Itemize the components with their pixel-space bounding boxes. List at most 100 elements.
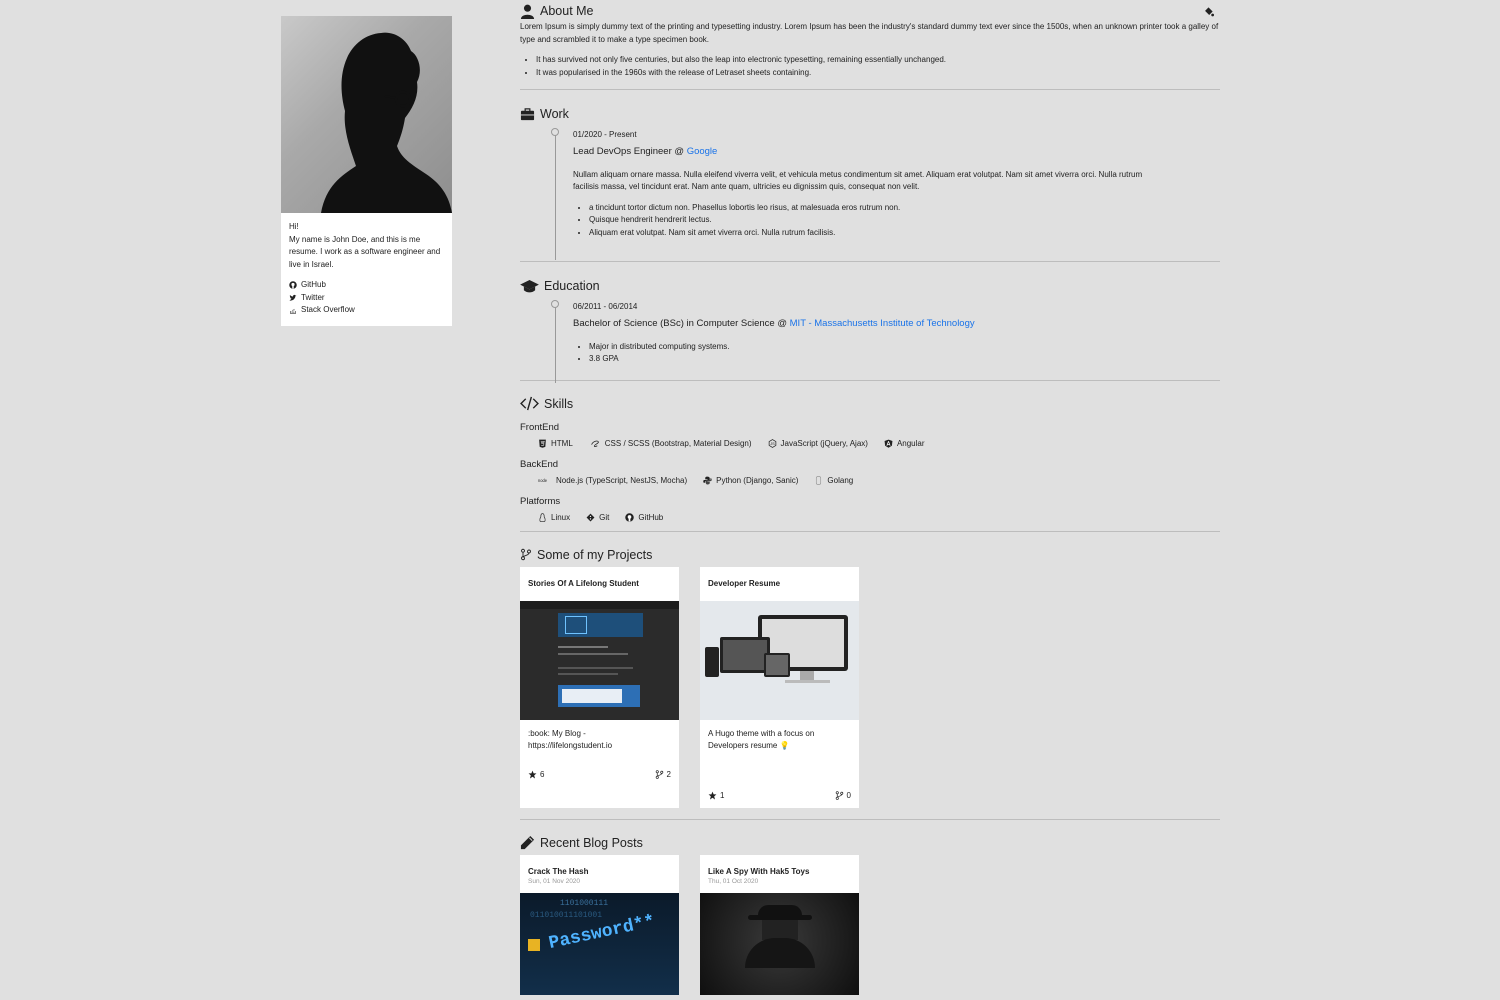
about-section: About Me Lorem Ipsum is simply dummy tex…	[520, 0, 1220, 79]
blog-post-card[interactable]: Crack The Hash Sun, 01 Nov 2020 11010001…	[520, 854, 679, 995]
project-title[interactable]: Stories Of A Lifelong Student	[520, 567, 679, 601]
git-branch-icon	[521, 548, 531, 561]
divider	[520, 89, 1220, 90]
project-image	[520, 600, 679, 720]
divider	[520, 530, 1220, 532]
forks-count[interactable]: 2	[655, 770, 671, 779]
list-item: a tincidunt tortor dictum non. Phasellus…	[589, 202, 1220, 215]
fork-icon	[835, 790, 843, 800]
timeline-line	[555, 307, 556, 383]
star-icon	[528, 770, 537, 778]
angular-icon	[884, 439, 893, 448]
avatar	[281, 16, 452, 213]
project-card[interactable]: Stories Of A Lifelong Student :book: My …	[520, 566, 679, 808]
code-icon	[520, 396, 539, 411]
divider	[520, 379, 1220, 381]
list-item: Quisque hendrerit hendrerit lectus.	[589, 214, 1220, 227]
education-bullets: Major in distributed computing systems. …	[573, 341, 1220, 366]
projects-cards: Stories Of A Lifelong Student :book: My …	[520, 566, 1220, 808]
timeline-dot	[551, 128, 559, 136]
skill-item: Git	[586, 513, 609, 522]
post-image	[700, 892, 859, 995]
github-icon	[289, 281, 297, 289]
project-stats: 1 0	[700, 791, 859, 808]
javascript-icon: JS	[768, 438, 776, 448]
nodejs-icon: node	[538, 478, 548, 483]
social-link-github[interactable]: GitHub	[289, 279, 444, 292]
project-description: :book: My Blog - https://lifelongstudent…	[528, 728, 613, 751]
project-card[interactable]: Developer Resume A Hugo theme with a foc…	[700, 566, 859, 808]
list-item: Aliquam erat volutpat. Nam sit amet vive…	[589, 227, 1220, 240]
timeline-line	[555, 135, 556, 260]
paint-bucket-icon[interactable]	[1203, 6, 1214, 17]
social-link-label[interactable]: Stack Overflow	[301, 304, 355, 317]
work-heading: Work	[520, 103, 1220, 125]
profile-card: Hi! My name is John Doe, and this is me …	[281, 16, 452, 326]
post-image: 1101000111 011010011101001 Password**	[520, 892, 679, 995]
skill-item: GitHub	[625, 513, 663, 522]
post-date: Sun, 01 Nov 2020	[528, 877, 581, 885]
skill-item: HTML	[538, 439, 573, 448]
twitter-icon	[289, 294, 297, 301]
education-heading: Education	[520, 275, 1220, 297]
intro-text: My name is John Doe, and this is me resu…	[289, 234, 441, 269]
work-timeline: 01/2020 - Present Lead DevOps Engineer @…	[551, 128, 1220, 261]
work-date: 01/2020 - Present	[573, 130, 637, 139]
blog-heading: Recent Blog Posts	[520, 832, 1220, 854]
star-icon	[708, 791, 717, 799]
github-icon	[625, 512, 635, 522]
user-icon	[520, 4, 535, 19]
social-link-twitter[interactable]: Twitter	[289, 292, 444, 305]
work-section: Work 01/2020 - Present Lead DevOps Engin…	[520, 103, 1220, 261]
education-degree: Bachelor of Science (BSc) in Computer Sc…	[573, 317, 975, 329]
skill-row-frontend: HTML CSS / SCSS (Bootstrap, Material Des…	[538, 439, 1220, 448]
school-link[interactable]: MIT - Massachusetts Institute of Technol…	[790, 318, 975, 329]
timeline-dot	[551, 300, 559, 308]
education-timeline: 06/2011 - 06/2014 Bachelor of Science (B…	[551, 300, 1220, 383]
projects-heading: Some of my Projects	[520, 544, 1220, 566]
skills-heading: Skills	[520, 393, 1220, 415]
blog-section: Recent Blog Posts Crack The Hash Sun, 01…	[520, 832, 1220, 995]
skill-row-backend: node Node.js (TypeScript, NestJS, Mocha) …	[538, 476, 1220, 485]
greeting: Hi!	[289, 222, 299, 231]
main-content: About Me Lorem Ipsum is simply dummy tex…	[520, 0, 1220, 995]
about-heading: About Me	[520, 0, 1220, 22]
project-stats: 6 2	[520, 770, 679, 787]
skill-row-platforms: Linux Git GitHub	[538, 513, 1220, 522]
social-link-stackoverflow[interactable]: Stack Overflow	[289, 304, 444, 317]
list-item: Major in distributed computing systems.	[589, 341, 1220, 354]
about-text: Lorem Ipsum is simply dummy text of the …	[520, 22, 1219, 44]
about-bullets: It has survived not only five centuries,…	[520, 54, 1220, 79]
social-links: GitHub Twitter Stack Overflow	[289, 279, 444, 317]
skills-section: Skills FrontEnd HTML CSS / SCSS (Bootstr…	[520, 393, 1220, 522]
skill-group-frontend: FrontEnd	[520, 421, 560, 433]
list-item: It was popularised in the 1960s with the…	[536, 67, 1220, 80]
project-title[interactable]: Developer Resume	[700, 567, 859, 601]
work-bullets: a tincidunt tortor dictum non. Phasellus…	[573, 202, 1220, 240]
stars-count[interactable]: 6	[528, 770, 544, 779]
skill-item: Angular	[884, 439, 925, 448]
company-link[interactable]: Google	[687, 146, 718, 157]
golang-icon	[816, 475, 822, 485]
skill-group-platforms: Platforms	[520, 495, 561, 507]
education-date: 06/2011 - 06/2014	[573, 302, 638, 311]
work-role: Lead DevOps Engineer @ Google	[573, 145, 718, 157]
forks-count[interactable]: 0	[835, 791, 851, 800]
pencil-icon	[520, 835, 535, 850]
work-description: Nullam aliquam ornare massa. Nulla eleif…	[573, 169, 1143, 192]
git-icon	[586, 513, 595, 521]
skill-item: node Node.js (TypeScript, NestJS, Mocha)	[538, 475, 688, 485]
divider	[520, 261, 1220, 262]
skill-item: JS JavaScript (jQuery, Ajax)	[768, 439, 868, 448]
skill-item: Linux	[538, 513, 570, 522]
skill-item: Golang	[814, 476, 853, 485]
social-link-label[interactable]: GitHub	[301, 279, 326, 292]
social-link-label[interactable]: Twitter	[301, 292, 325, 305]
svg-text:node: node	[538, 478, 548, 483]
post-title[interactable]: Like A Spy With Hak5 Toys	[700, 855, 859, 876]
post-title[interactable]: Crack The Hash	[520, 855, 679, 876]
project-image	[700, 600, 859, 720]
stars-count[interactable]: 1	[708, 791, 724, 800]
projects-section: Some of my Projects Stories Of A Lifelon…	[520, 544, 1220, 808]
blog-post-card[interactable]: Like A Spy With Hak5 Toys Thu, 01 Oct 20…	[700, 854, 859, 995]
